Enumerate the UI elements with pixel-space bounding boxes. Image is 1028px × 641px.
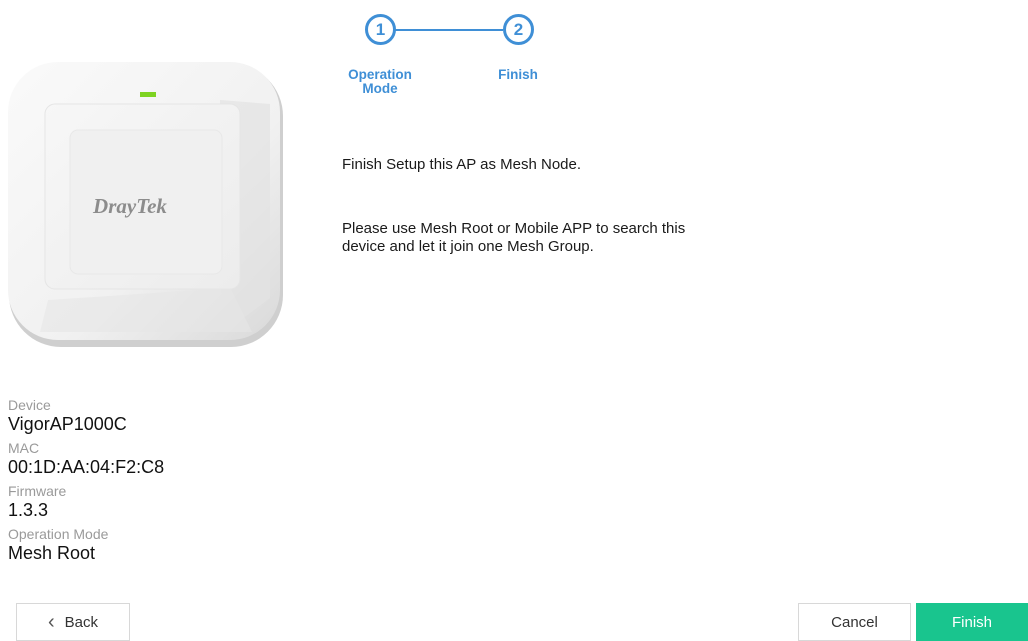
- step-2-label: Finish: [473, 68, 563, 82]
- step-2-label-line1: Finish: [498, 67, 538, 82]
- mesh-instruction-line1: Please use Mesh Root or Mobile APP to se…: [342, 220, 686, 237]
- finish-button[interactable]: Finish: [916, 603, 1028, 641]
- device-label: Device: [8, 397, 51, 413]
- mac-label: MAC: [8, 440, 40, 456]
- cancel-button[interactable]: Cancel: [798, 603, 911, 641]
- finish-button-label: Finish: [951, 613, 992, 631]
- device-image: DrayTek: [8, 62, 285, 349]
- firmware-value: 1.3.3: [8, 500, 49, 520]
- cancel-button-label: Cancel: [831, 613, 878, 631]
- step-2-circle: 2: [503, 14, 534, 45]
- mesh-instruction: Please use Mesh Root or Mobile APP to se…: [342, 220, 685, 256]
- led-indicator: [140, 92, 156, 97]
- step-1-label-line2: Mode: [362, 81, 398, 96]
- device-info: Device VigorAP1000C MAC 00:1D:AA:04:F2:C…: [8, 396, 164, 568]
- mesh-instruction-line2: device and let it join one Mesh Group.: [342, 238, 594, 255]
- draytek-logo: DrayTek: [92, 194, 167, 218]
- step-1-label: Operation Mode: [335, 68, 425, 96]
- setup-stepper: 1 2 Operation Mode Finish: [330, 6, 570, 116]
- back-button[interactable]: ‹ Back: [16, 603, 130, 641]
- operation-mode-label: Operation Mode: [8, 526, 109, 542]
- operation-mode-value: Mesh Root: [8, 543, 96, 563]
- chevron-left-icon: ‹: [47, 611, 55, 633]
- stepper-connector: [393, 29, 503, 31]
- access-point-illustration: DrayTek: [8, 62, 283, 347]
- step-1-circle: 1: [365, 14, 396, 45]
- step-1-label-line1: Operation: [348, 67, 412, 82]
- firmware-label: Firmware: [8, 483, 67, 499]
- device-value: VigorAP1000C: [8, 414, 127, 434]
- finish-message: Finish Setup this AP as Mesh Node.: [342, 156, 582, 173]
- back-button-label: Back: [64, 613, 99, 631]
- mac-value: 00:1D:AA:04:F2:C8: [8, 457, 165, 477]
